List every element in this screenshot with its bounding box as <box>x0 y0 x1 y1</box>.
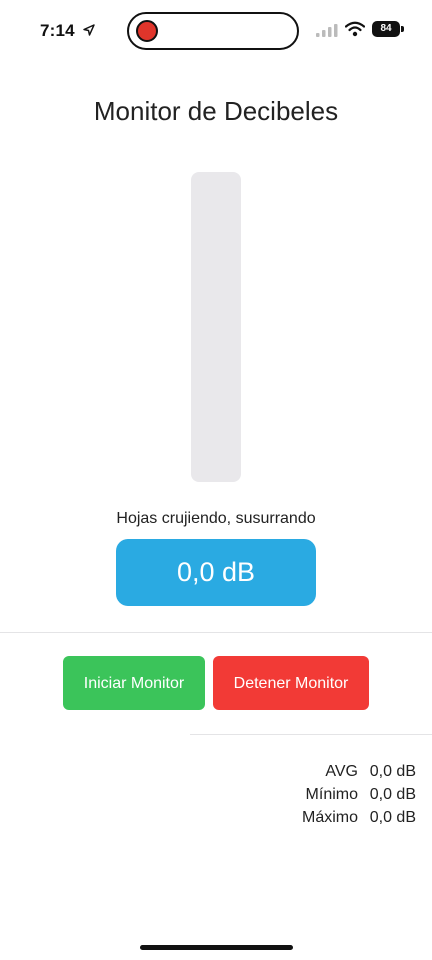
decibel-reading: 0,0 dB <box>116 539 316 606</box>
stat-value: 0,0 dB <box>369 763 416 780</box>
noise-description: Hojas crujiendo, susurrando <box>116 510 316 527</box>
stat-label: Mínimo <box>305 786 358 803</box>
recording-indicator-icon <box>136 20 158 42</box>
battery-tip <box>401 26 404 32</box>
stat-label: AVG <box>325 763 358 780</box>
location-arrow-icon <box>83 24 95 36</box>
home-indicator[interactable] <box>140 945 293 950</box>
status-time: 7:14 <box>40 21 75 40</box>
stat-value: 0,0 dB <box>369 786 416 803</box>
stop-monitor-button[interactable]: Detener Monitor <box>213 656 369 710</box>
divider <box>190 734 432 735</box>
stat-row-avg: AVG 0,0 dB <box>302 760 416 783</box>
start-monitor-button[interactable]: Iniciar Monitor <box>63 656 205 710</box>
wifi-icon <box>345 21 365 37</box>
divider <box>0 632 432 633</box>
stats-panel: AVG 0,0 dB Mínimo 0,0 dB Máximo 0,0 dB <box>302 760 416 829</box>
cellular-signal-icon <box>316 24 338 37</box>
page-title: Monitor de Decibeles <box>93 96 339 126</box>
dynamic-island <box>127 12 299 50</box>
stat-label: Máximo <box>301 809 358 826</box>
stat-value: 0,0 dB <box>369 809 416 826</box>
status-bar: 7:14 84 <box>0 0 432 62</box>
stat-row-min: Mínimo 0,0 dB <box>302 783 416 806</box>
decibel-meter <box>191 172 241 482</box>
stat-row-max: Máximo 0,0 dB <box>302 806 416 829</box>
battery-icon: 84 <box>372 21 400 37</box>
